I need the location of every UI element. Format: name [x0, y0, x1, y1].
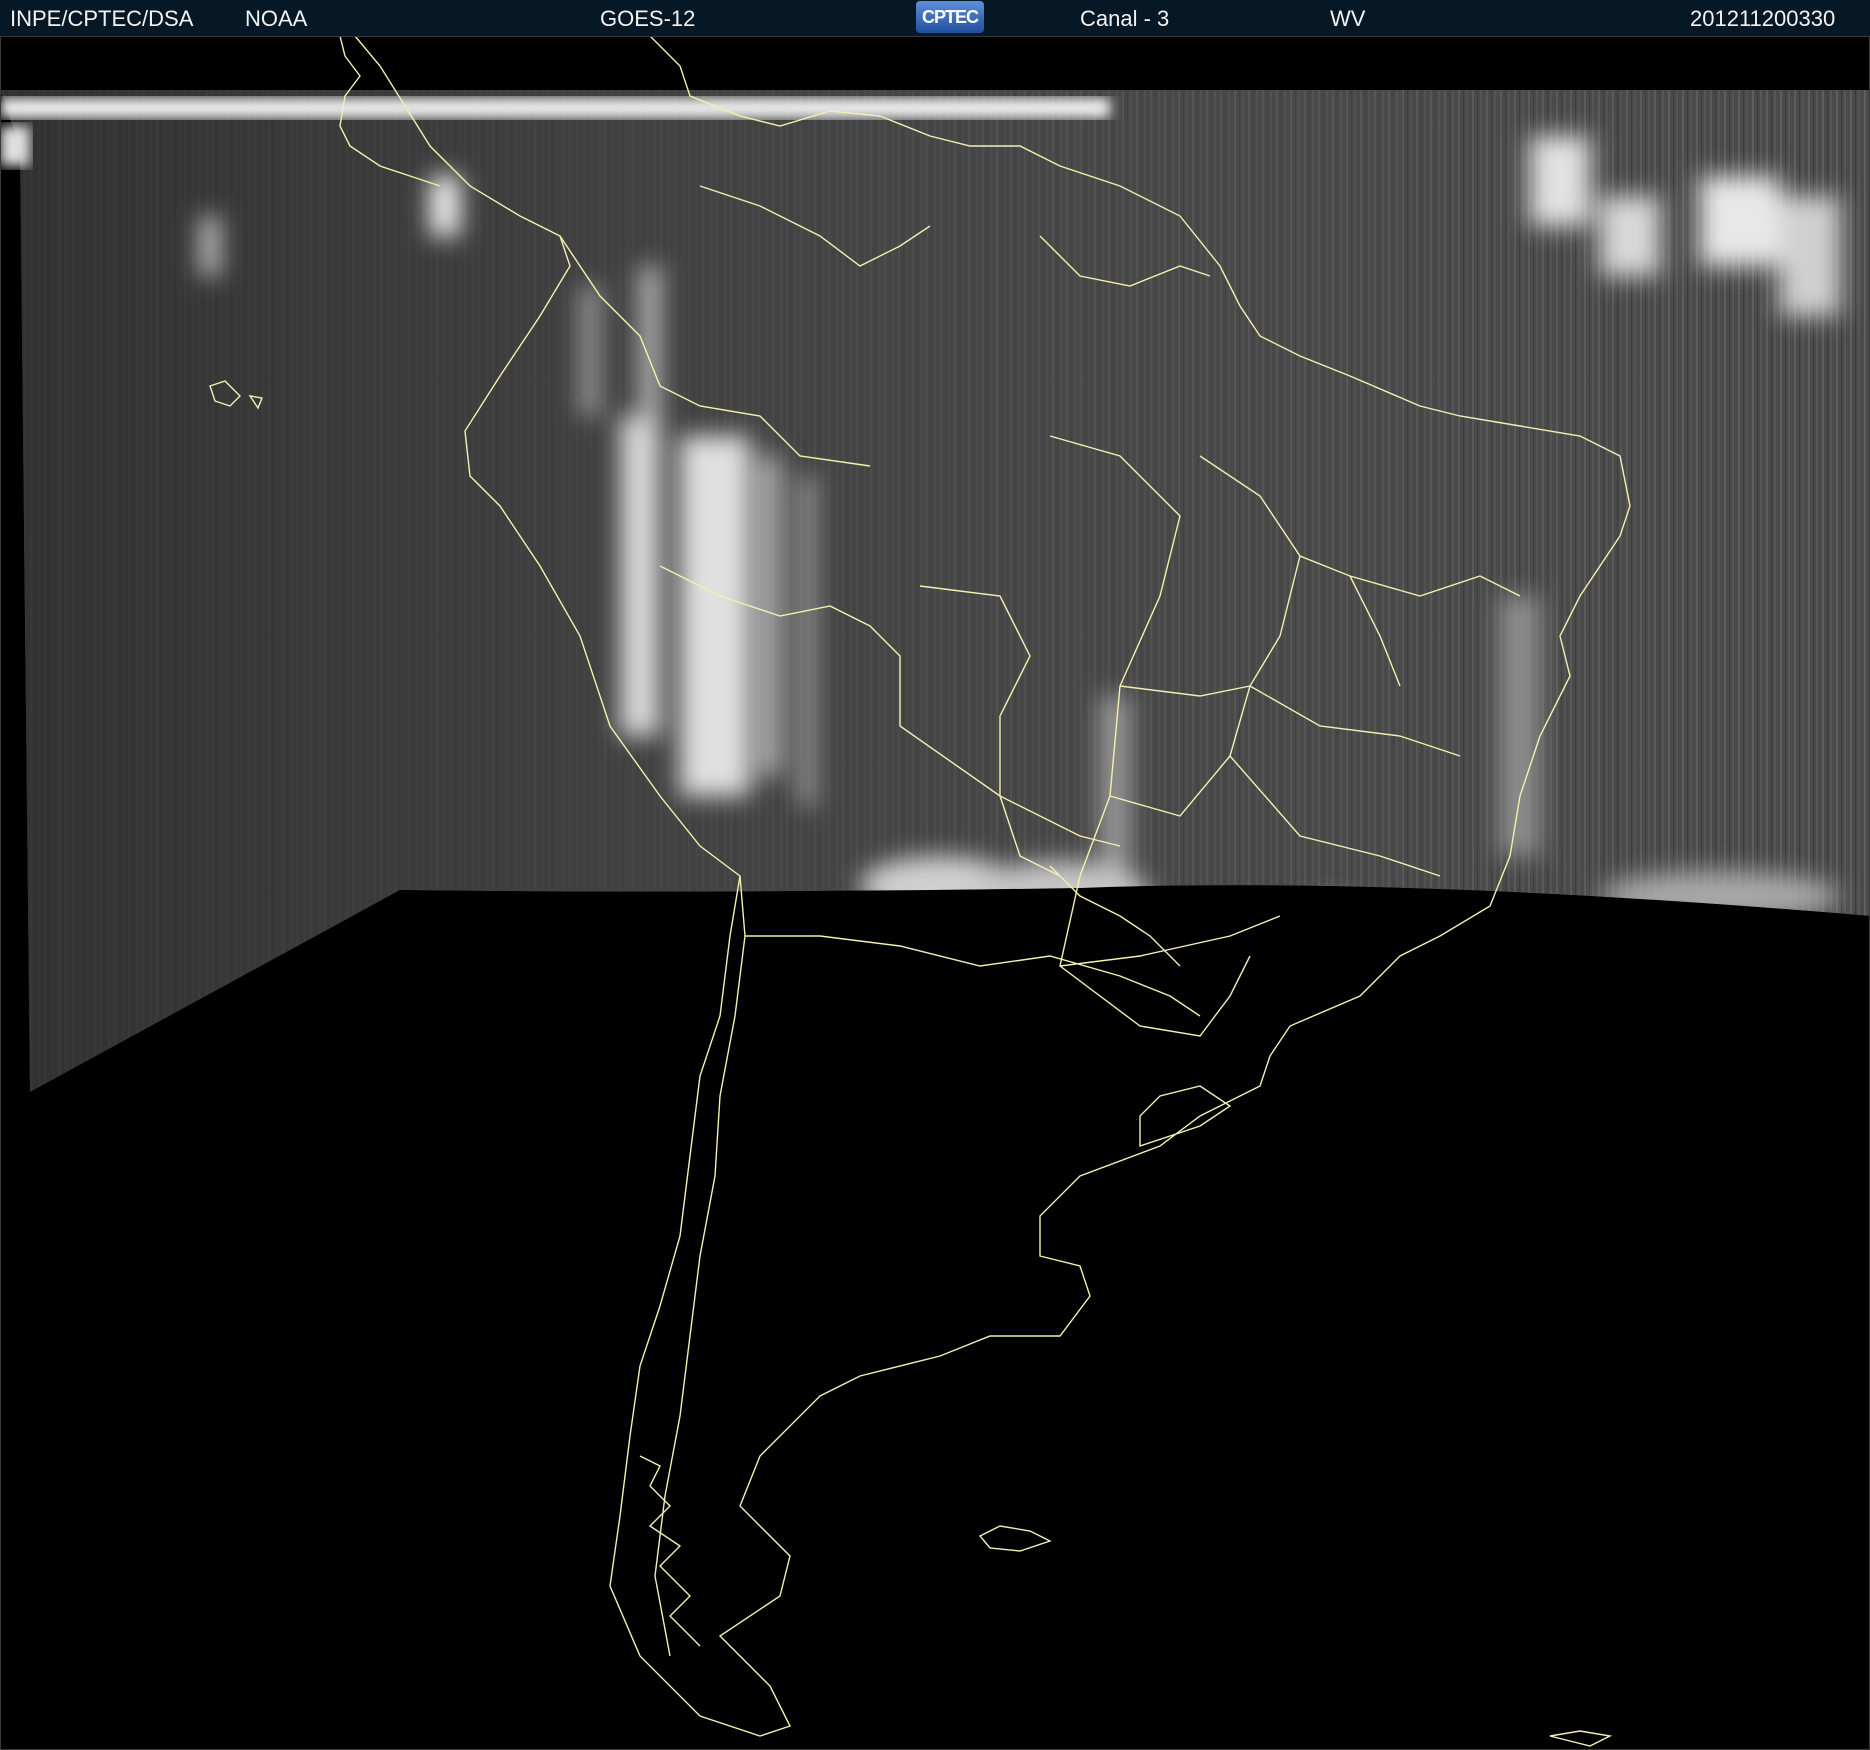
band-label: WV	[1330, 6, 1366, 31]
channel-label: Canal - 3	[1080, 6, 1170, 31]
agency-label: NOAA	[245, 6, 308, 31]
water-vapor-imagery	[0, 90, 1870, 1750]
institution-label: INPE/CPTEC/DSA	[10, 6, 194, 31]
satellite-map	[0, 36, 1870, 1750]
satellite-label: GOES-12	[600, 6, 696, 31]
image-header: INPE/CPTEC/DSA NOAA GOES-12 CPTEC Canal …	[0, 0, 1870, 36]
timestamp-label: 201211200330	[1690, 6, 1836, 31]
cptec-logo: CPTEC	[916, 1, 984, 33]
